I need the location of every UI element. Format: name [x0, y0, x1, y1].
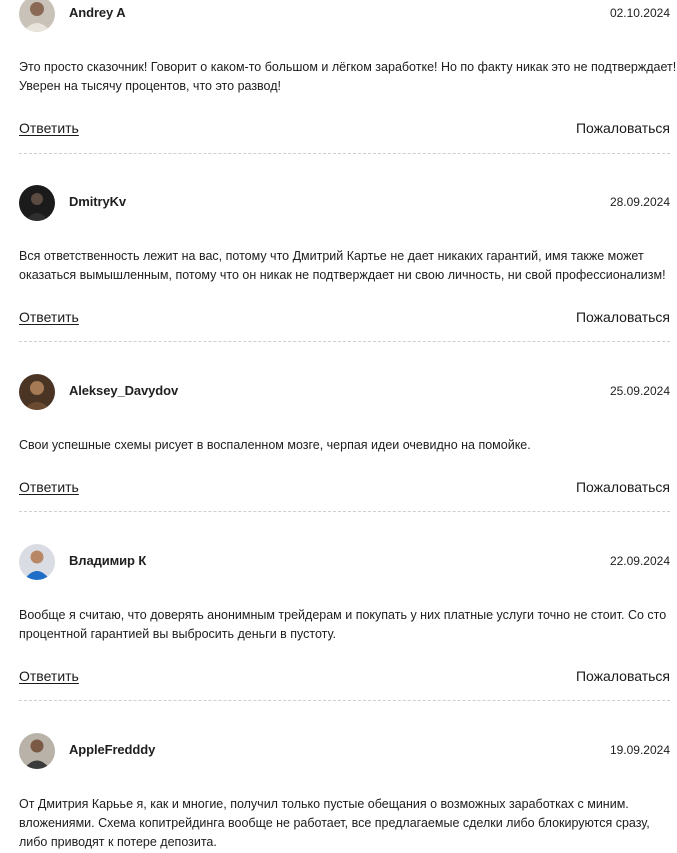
comment-author[interactable]: AppleFredddy — [69, 742, 155, 757]
comment-divider — [19, 341, 670, 342]
user-avatar-icon[interactable] — [19, 374, 55, 410]
report-link[interactable]: Пожаловаться — [576, 479, 670, 495]
comment-divider — [19, 511, 670, 512]
comment-author[interactable]: Aleksey_Davydov — [69, 383, 178, 398]
comment-text: Свои успешные схемы рисует в воспаленном… — [19, 438, 531, 452]
comment-header: DmitryKv 28.09.2024 — [19, 185, 670, 223]
comment-author[interactable]: Владимир К — [69, 553, 146, 568]
comment-text: Вся ответственность лежит на вас, потому… — [19, 249, 666, 282]
report-link[interactable]: Пожаловаться — [576, 668, 670, 684]
comment-header: Aleksey_Davydov 25.09.2024 — [19, 374, 670, 412]
comment-date: 28.09.2024 — [609, 195, 670, 209]
comment-date: 19.09.2024 — [609, 743, 670, 757]
user-avatar-icon[interactable] — [19, 0, 55, 32]
report-link[interactable]: Пожаловаться — [576, 120, 670, 136]
comment-date: 25.09.2024 — [609, 384, 670, 398]
comment-header: AppleFredddy 19.09.2024 — [19, 733, 670, 771]
user-avatar-icon[interactable] — [19, 185, 55, 221]
user-avatar-icon[interactable] — [19, 733, 55, 769]
comment-text: Это просто сказочник! Говорит о каком-то… — [19, 60, 677, 93]
comment-date: 02.10.2024 — [609, 6, 670, 20]
comment-header: Andrey A 02.10.2024 — [19, 0, 670, 34]
comment-divider — [19, 153, 670, 154]
reply-link[interactable]: Ответить — [19, 309, 79, 325]
comment-date: 22.09.2024 — [609, 554, 670, 568]
comment-header: Владимир К 22.09.2024 — [19, 544, 670, 582]
comment-divider — [19, 700, 670, 701]
comment-author[interactable]: Andrey A — [69, 5, 126, 20]
user-avatar-icon[interactable] — [19, 544, 55, 580]
comment-author[interactable]: DmitryKv — [69, 194, 126, 209]
comment-text: От Дмитрия Карьье я, как и многие, получ… — [19, 797, 650, 849]
report-link[interactable]: Пожаловаться — [576, 309, 670, 325]
reply-link[interactable]: Ответить — [19, 120, 79, 136]
comment-text: Вообще я считаю, что доверять анонимным … — [19, 608, 667, 641]
reply-link[interactable]: Ответить — [19, 668, 79, 684]
reply-link[interactable]: Ответить — [19, 479, 79, 495]
